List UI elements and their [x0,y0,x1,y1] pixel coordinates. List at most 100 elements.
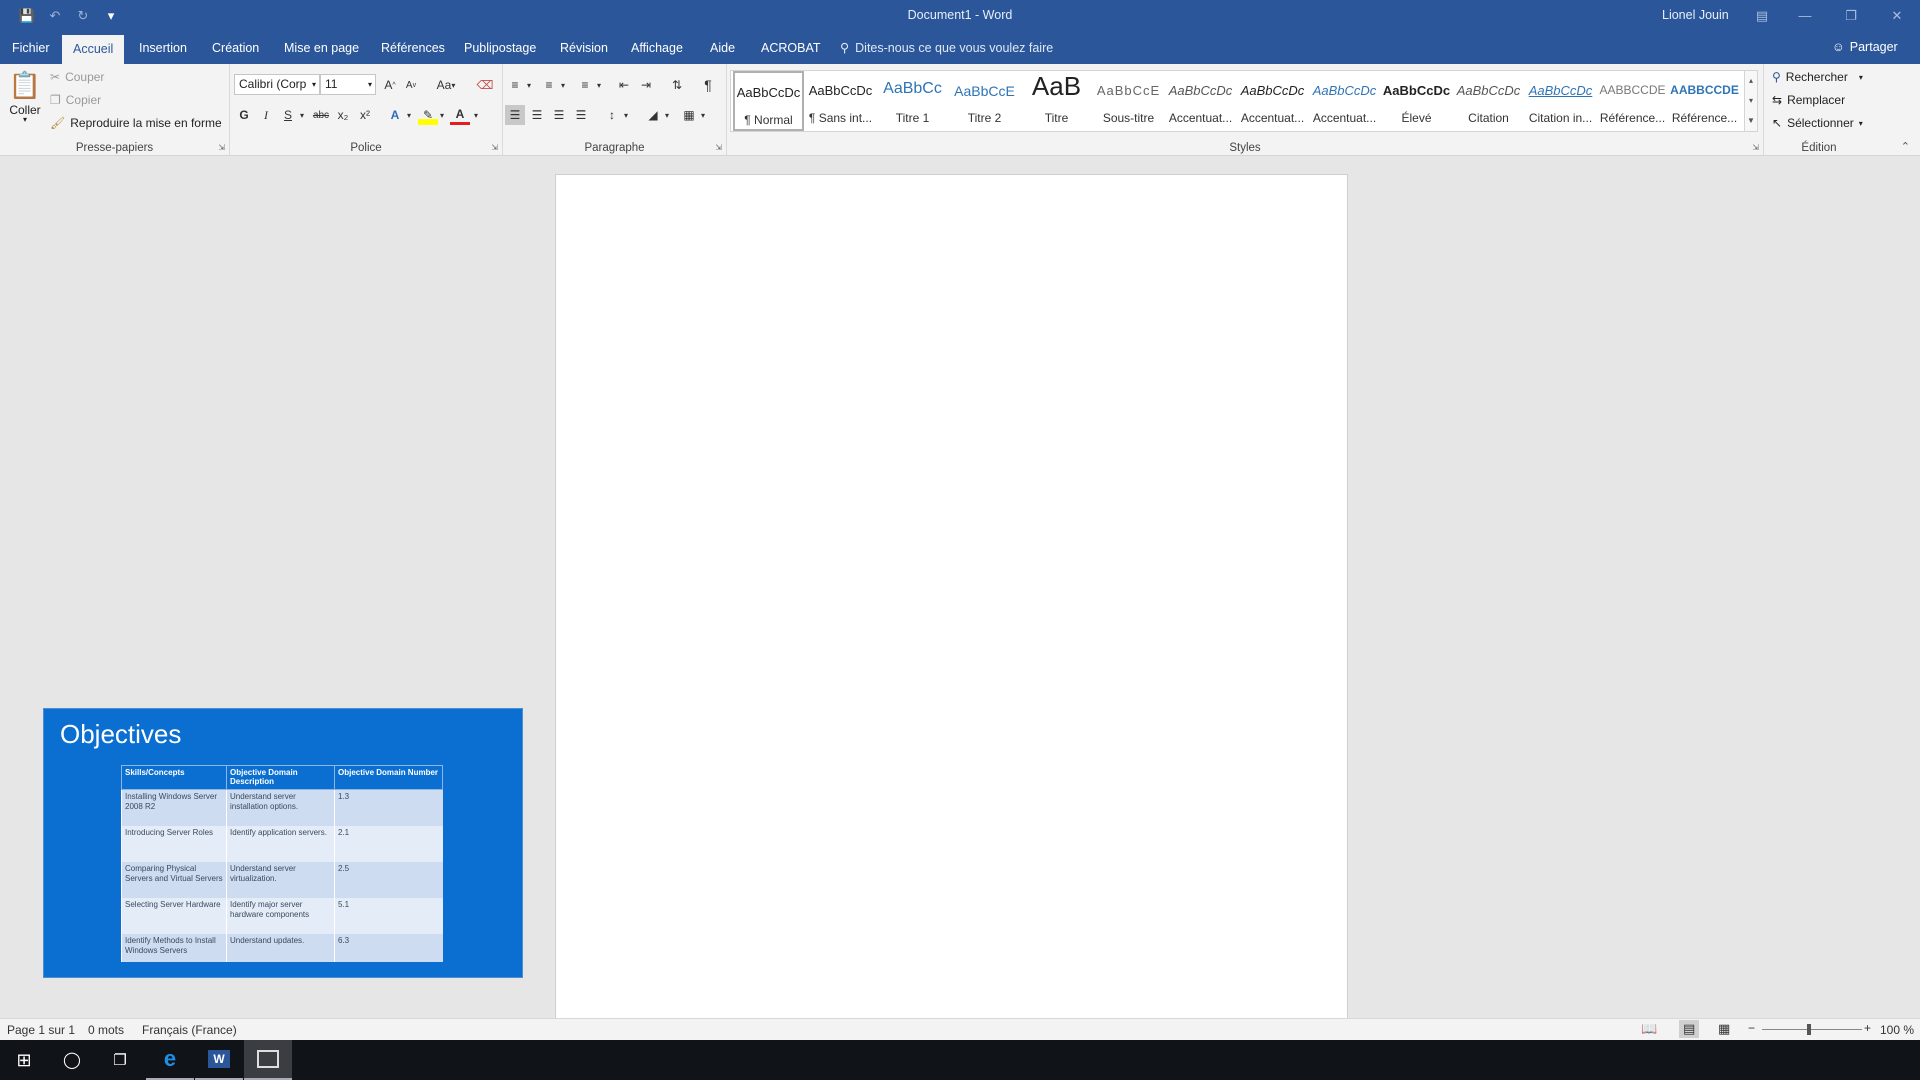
cut-button[interactable]: ✂ Couper [50,70,104,84]
remote-desktop-icon[interactable] [244,1040,292,1080]
chevron-down-icon[interactable]: ▾ [553,75,573,95]
lightbulb-search-icon: ⚲ [840,41,850,55]
tab-affichage[interactable]: Affichage [620,31,694,64]
subscript-button[interactable]: x₂ [333,105,353,125]
print-layout-icon[interactable]: ▤ [1679,1020,1700,1038]
tab-publipostage[interactable]: Publipostage [453,31,547,64]
superscript-button[interactable]: x² [355,105,375,125]
table-cell: Understand server virtualization. [226,861,335,898]
document-title: Document1 - Word [907,8,1013,22]
ribbon-display-options-icon[interactable]: ▤ [1742,0,1782,31]
font-group: Calibri (Corp ▾ 11 ▾ A ^ Av Aa ▾ ⌫ G I S ▾ a… [230,64,503,156]
tab-insertion[interactable]: Insertion [128,31,198,64]
table-cell: Introducing Server Roles [121,825,227,862]
window-controls: ▤ — ❐ ✕ [1742,0,1920,31]
zoom-slider[interactable] [1762,1029,1862,1030]
strikethrough-button[interactable]: abc [311,105,331,125]
title-bar: 💾 ↶ ↻ ▾ Document1 - Word Lionel Jouin ▤ … [0,0,1920,31]
slide-thumbnail[interactable]: Objectives Skills/Concepts Objective Dom… [43,708,523,978]
page-count[interactable]: Page 1 sur 1 [7,1023,75,1037]
chevron-down-icon[interactable]: ▾ [519,75,539,95]
zoom-level[interactable]: 100 % [1880,1023,1914,1037]
chevron-down-icon[interactable]: ▾ [292,105,312,125]
align-center-icon[interactable]: ☰ [527,105,547,125]
zoom-in-icon[interactable]: + [1864,1021,1871,1035]
bold-button[interactable]: G [234,105,254,125]
chevron-down-icon[interactable]: ▾ [399,105,419,125]
table-header: Skills/Concepts [121,765,227,790]
share-button[interactable]: ☺ Partager [1832,40,1898,54]
font-name-combobox[interactable]: Calibri (Corp ▾ [234,74,320,95]
task-view-icon[interactable]: ❐ [96,1040,144,1080]
dialog-launcher-icon[interactable]: ⇲ [715,143,722,152]
shrink-font-icon[interactable]: Av [401,75,421,95]
copy-button[interactable]: ❐ Copier [50,93,101,107]
chevron-down-icon[interactable]: ▾ [466,105,486,125]
justify-icon[interactable]: ☰ [571,105,591,125]
italic-button[interactable]: I [256,105,276,125]
align-right-icon[interactable]: ☰ [549,105,569,125]
paste-button[interactable]: 📋 Coller ▾ [8,70,42,124]
align-left-icon[interactable]: ☰ [505,105,525,125]
grow-font-icon[interactable]: A ^ [380,75,400,95]
tab-acrobat[interactable]: ACROBAT [750,31,832,64]
font-size-combobox[interactable]: 11 ▾ [320,74,376,95]
chevron-down-icon[interactable]: ▾ [432,105,452,125]
chevron-down-icon[interactable]: ▾ [693,105,713,125]
language-indicator[interactable]: Français (France) [142,1023,237,1037]
edge-browser-icon[interactable]: e [146,1040,194,1080]
slide-title: Objectives [60,719,182,749]
decrease-indent-icon[interactable]: ⇤ [614,75,634,95]
dialog-launcher-icon[interactable]: ⇲ [218,143,225,152]
windows-start-icon[interactable]: ⊞ [0,1040,48,1080]
word-count[interactable]: 0 mots [88,1023,124,1037]
collapse-ribbon-icon[interactable]: ⌃ [1901,140,1910,153]
editing-group: ⚲ Rechercher ▾ ⇆ Remplacer ↖ Sélectionner ▾ É… [1764,64,1874,156]
sort-icon[interactable]: ⇅ [667,75,687,95]
copy-icon: ❐ [50,93,61,107]
read-mode-icon[interactable]: 📖 [1641,1021,1657,1037]
table-cell: 2.5 [334,861,443,898]
word-app-icon[interactable]: W [195,1040,243,1080]
table-header-row: Skills/Concepts Objective Domain Descrip… [121,765,443,790]
person-icon: ☺ [1832,40,1845,54]
table-cell: Installing Windows Server 2008 R2 [121,789,227,826]
tab-accueil[interactable]: Accueil [62,35,125,64]
cortana-search-icon[interactable]: ◯ [48,1040,96,1080]
format-painter-button[interactable]: 🖌 Reproduire la mise en forme [50,116,222,130]
tell-me-text: Dites-nous ce que vous voulez faire [855,40,1054,55]
find-button[interactable]: ⚲ Rechercher ▾ [1772,70,1863,84]
tab-aide[interactable]: Aide [699,31,746,64]
chevron-down-icon[interactable]: ▾ [657,105,677,125]
zoom-slider-thumb[interactable] [1807,1024,1811,1035]
tab-references[interactable]: Références [370,31,456,64]
chevron-down-icon[interactable]: ▾ [589,75,609,95]
user-name[interactable]: Lionel Jouin [1662,8,1729,22]
chevron-down-icon: ▾ [22,115,27,124]
tab-fichier[interactable]: Fichier [1,31,61,64]
tab-creation[interactable]: Création [201,31,270,64]
font-group-label: Police [350,142,382,154]
select-button[interactable]: ↖ Sélectionner ▾ [1772,116,1863,130]
show-formatting-marks-icon[interactable]: ¶ [698,75,718,95]
zoom-out-icon[interactable]: − [1748,1021,1755,1035]
minimize-button[interactable]: — [1782,0,1828,31]
close-button[interactable]: ✕ [1874,0,1920,31]
change-case-button[interactable]: Aa ▾ [430,75,462,95]
taskbar: ⊞ ◯ ❐ e W [0,1040,1920,1080]
paragraph-group: ≡ ▾ ≡ ▾ ≡ ▾ ⇤ ⇥ ⇅ ¶ ☰ ☰ ☰ ☰ ↕ ▾ ◢ ▾ ▦ ▾ … [503,64,727,156]
chevron-down-icon: ▾ [451,80,456,90]
dialog-launcher-icon[interactable]: ⇲ [491,143,498,152]
document-page[interactable] [555,174,1348,1019]
replace-button[interactable]: ⇆ Remplacer [1772,93,1845,107]
tab-revision[interactable]: Révision [549,31,619,64]
increase-indent-icon[interactable]: ⇥ [636,75,656,95]
clear-formatting-icon[interactable]: ⌫ [475,75,495,95]
web-layout-icon[interactable]: ▦ [1718,1021,1730,1037]
tell-me-box[interactable]: ⚲ Dites-nous ce que vous voulez faire [840,40,1054,56]
editing-group-label: Édition [1801,142,1837,154]
dialog-launcher-icon[interactable]: ⇲ [1752,143,1759,152]
chevron-down-icon[interactable]: ▾ [616,105,636,125]
tab-mise-en-page[interactable]: Mise en page [273,31,370,64]
restore-button[interactable]: ❐ [1828,0,1874,31]
